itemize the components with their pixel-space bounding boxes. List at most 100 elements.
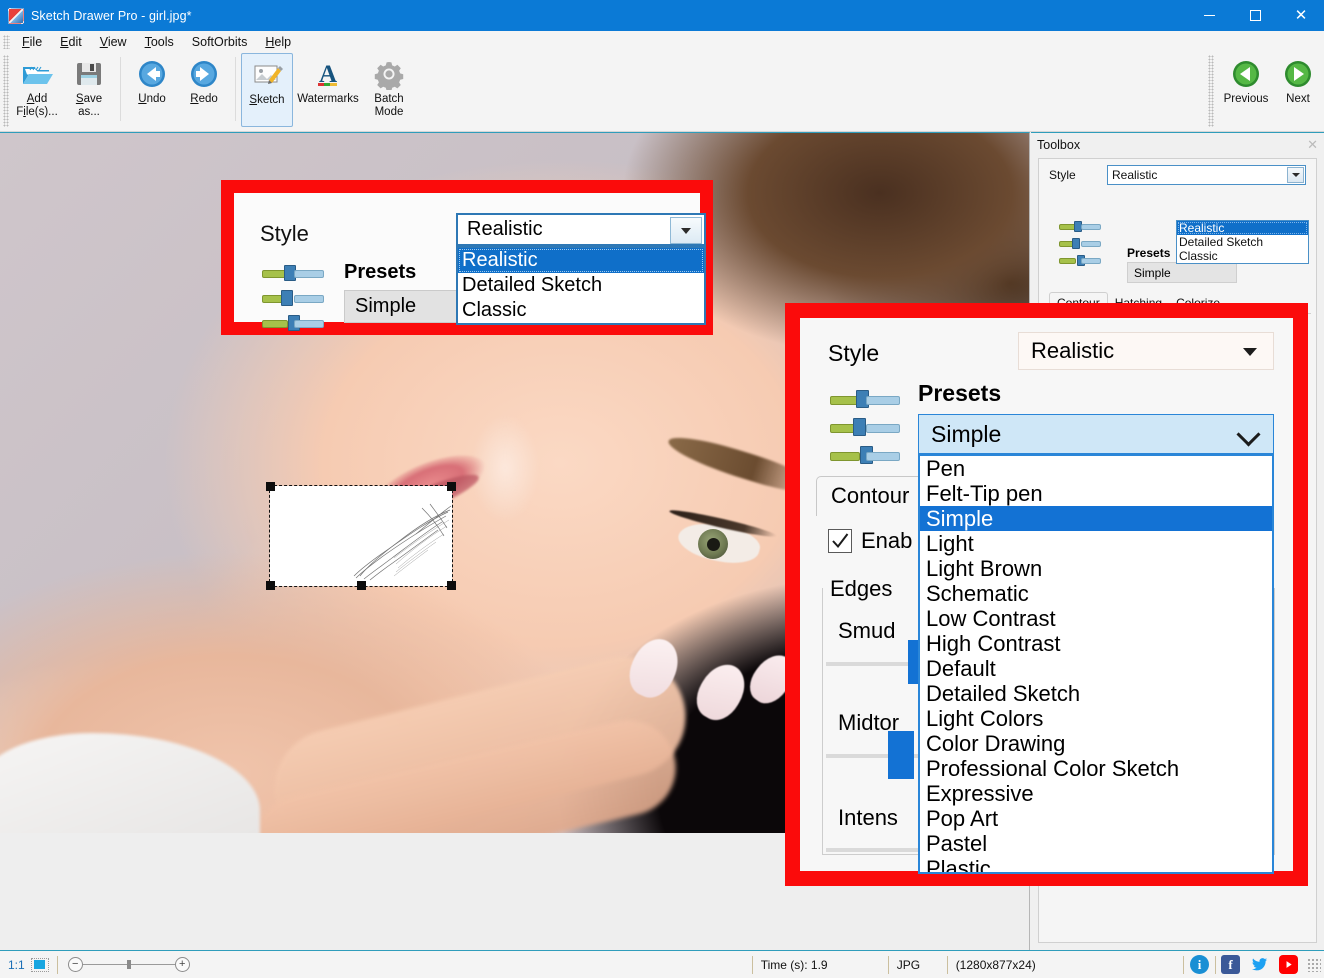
callout2-presets-value: Simple [919, 421, 1001, 448]
preset-option-felt-tip-pen[interactable]: Felt-Tip pen [920, 481, 1272, 506]
add-files-button[interactable]: AddFile(s)... [11, 53, 63, 127]
status-bar: 1:1 − + Time (s): 1.9 JPG (1280x877x24) … [0, 950, 1324, 978]
previous-label: Previous [1224, 93, 1269, 106]
toolbox-style-combo[interactable]: Realistic [1107, 165, 1306, 185]
callout-presets-combo[interactable]: Simple [344, 290, 464, 323]
previous-button[interactable]: Previous [1220, 53, 1272, 127]
menu-item-file[interactable]: File [13, 33, 51, 51]
toolbox-close-icon[interactable]: ✕ [1307, 137, 1318, 153]
close-button[interactable]: ✕ [1278, 0, 1324, 31]
callout-presets-value: Simple [345, 295, 416, 318]
sketch-preview-selection[interactable] [270, 486, 452, 586]
toolbox-presets-combo[interactable]: Simple [1127, 262, 1237, 283]
callout2-presets-combo[interactable]: Simple [918, 414, 1274, 454]
checkbox-icon[interactable] [828, 529, 852, 553]
maximize-button[interactable] [1232, 0, 1278, 31]
preset-option-light[interactable]: Light [920, 531, 1272, 556]
save-as-label: Saveas... [76, 93, 102, 119]
preset-option-pop-art[interactable]: Pop Art [920, 806, 1272, 831]
selection-handle-bottom-right[interactable] [447, 581, 456, 590]
menu-grip[interactable] [3, 35, 10, 49]
preset-option-pen[interactable]: Pen [920, 456, 1272, 481]
callout-presets-sliders-icon [262, 265, 324, 331]
selection-handle-bottom-left[interactable] [266, 581, 275, 590]
chevron-down-icon[interactable] [670, 217, 702, 244]
toolbox-style-option-detailed-sketch[interactable]: Detailed Sketch [1177, 235, 1308, 249]
add-files-label: AddFile(s)... [16, 93, 58, 119]
callout-style-value: Realistic [458, 218, 543, 241]
preset-option-plastic[interactable]: Plastic [920, 856, 1272, 874]
selection-handle-bottom-center[interactable] [357, 581, 366, 590]
chevron-down-icon[interactable] [1287, 167, 1304, 183]
callout-style-option-classic[interactable]: Classic [458, 298, 704, 323]
preset-option-schematic[interactable]: Schematic [920, 581, 1272, 606]
zoom-in-button[interactable]: + [175, 957, 190, 972]
menu-item-edit[interactable]: Edit [51, 33, 91, 51]
callout2-tab-contour[interactable]: Contour [816, 476, 924, 516]
preset-option-expressive[interactable]: Expressive [920, 781, 1272, 806]
toolbar-grip[interactable] [3, 55, 9, 127]
callout2-enable-checkbox-row[interactable]: Enab [828, 528, 912, 554]
preset-option-light-brown[interactable]: Light Brown [920, 556, 1272, 581]
youtube-icon[interactable] [1279, 955, 1298, 974]
chevron-down-icon[interactable] [1236, 422, 1260, 446]
menu-item-softorbits[interactable]: SoftOrbits [183, 33, 257, 51]
callout-style-option-detailed-sketch[interactable]: Detailed Sketch [458, 273, 704, 298]
next-button[interactable]: Next [1272, 53, 1324, 127]
facebook-icon[interactable]: f [1221, 955, 1240, 974]
toolbox-style-row: Style Realistic [1039, 159, 1316, 185]
folder-open-icon [21, 58, 53, 90]
redo-button[interactable]: Redo [178, 53, 230, 127]
redo-arrow-icon [188, 58, 220, 90]
callout2-presets-label: Presets [918, 380, 1001, 407]
toolbox-presets-label: Presets [1127, 246, 1170, 260]
callout2-presets-dropdown-list[interactable]: Pen Felt-Tip pen Simple Light Light Brow… [918, 454, 1274, 874]
save-as-button[interactable]: Saveas... [63, 53, 115, 127]
toolbar-right-grip[interactable] [1208, 55, 1214, 127]
toolbar-nav-group: Previous Next [1206, 53, 1324, 127]
menu-item-view[interactable]: View [91, 33, 136, 51]
toolbox-style-option-realistic[interactable]: Realistic [1177, 221, 1308, 235]
preset-option-professional-color-sketch[interactable]: Professional Color Sketch [920, 756, 1272, 781]
selection-handle-top-left[interactable] [266, 482, 275, 491]
next-arrow-icon [1282, 58, 1314, 90]
fit-to-window-icon[interactable] [31, 958, 49, 972]
watermarks-button[interactable]: A Watermarks [293, 53, 363, 127]
menu-item-tools[interactable]: Tools [136, 33, 183, 51]
zoom-slider[interactable]: − + [58, 957, 190, 972]
zoom-track-right[interactable] [131, 964, 175, 965]
preset-option-pastel[interactable]: Pastel [920, 831, 1272, 856]
sketch-button[interactable]: Sketch [241, 53, 293, 127]
toolbox-style-label: Style [1049, 168, 1107, 182]
preset-option-detailed-sketch[interactable]: Detailed Sketch [920, 681, 1272, 706]
preset-option-high-contrast[interactable]: High Contrast [920, 631, 1272, 656]
preset-option-low-contrast[interactable]: Low Contrast [920, 606, 1272, 631]
toolbox-presets-sliders-icon [1059, 221, 1101, 267]
callout2-midtones-slider-knob[interactable] [888, 731, 914, 779]
twitter-icon[interactable] [1250, 955, 1269, 974]
zoom-out-button[interactable]: − [68, 957, 83, 972]
selection-handle-top-right[interactable] [447, 482, 456, 491]
batch-mode-button[interactable]: BatchMode [363, 53, 415, 127]
callout2-style-combo[interactable]: Realistic [1018, 332, 1274, 370]
minimize-button[interactable] [1186, 0, 1232, 31]
info-icon[interactable]: i [1190, 955, 1209, 974]
chevron-down-icon[interactable] [1243, 348, 1257, 356]
zoom-ratio-label: 1:1 [0, 958, 31, 972]
preset-option-default[interactable]: Default [920, 656, 1272, 681]
toolbox-style-option-classic[interactable]: Classic [1177, 249, 1308, 263]
menu-bar: File Edit View Tools SoftOrbits Help [0, 31, 1324, 53]
preset-option-color-drawing[interactable]: Color Drawing [920, 731, 1272, 756]
toolbox-style-dropdown-list[interactable]: Realistic Detailed Sketch Classic [1176, 220, 1309, 264]
preset-option-simple[interactable]: Simple [920, 506, 1272, 531]
undo-button[interactable]: Undo [126, 53, 178, 127]
preset-option-light-colors[interactable]: Light Colors [920, 706, 1272, 731]
toolbox-title: Toolbox [1037, 138, 1080, 152]
resize-grip[interactable] [1307, 958, 1321, 972]
menu-item-help[interactable]: Help [256, 33, 300, 51]
callout-style-dropdown-list[interactable]: Realistic Detailed Sketch Classic [456, 246, 706, 325]
callout-style-option-realistic[interactable]: Realistic [458, 248, 704, 273]
zoom-track-left[interactable] [83, 964, 127, 965]
callout-style-combo[interactable]: Realistic [456, 213, 706, 246]
toolbox-header: Toolbox ✕ [1031, 133, 1324, 156]
